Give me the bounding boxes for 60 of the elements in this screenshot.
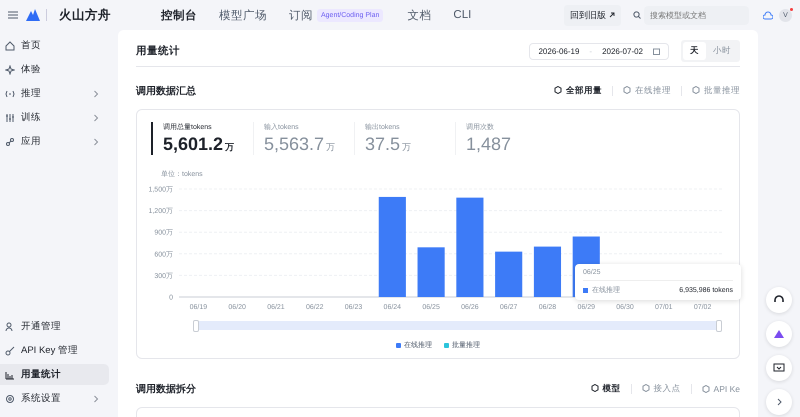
range-slider[interactable] (196, 321, 719, 330)
chat-button[interactable] (766, 355, 792, 381)
nav-tab[interactable]: 控制台 (161, 8, 197, 22)
sidebar-item[interactable]: 开通管理 (0, 316, 109, 337)
mountain-button[interactable] (766, 321, 792, 347)
cloud-icon[interactable] (763, 10, 773, 20)
person-icon (5, 322, 15, 332)
stat-value: 5,563.7 (264, 134, 324, 154)
sidebar-item[interactable]: 应用 (0, 131, 109, 152)
arrow-icon (609, 12, 615, 18)
filter-tab[interactable]: 模型 (590, 383, 621, 395)
section-title: 调用数据汇总 (136, 84, 197, 98)
series-swatch (583, 288, 588, 292)
nav-tab[interactable]: CLI (453, 9, 472, 21)
key-icon (5, 346, 15, 356)
stat-value: 1,487 (466, 134, 512, 154)
sidebar-item[interactable]: 首页 (0, 35, 109, 56)
nav-tab[interactable]: 文档 (407, 8, 432, 22)
search-icon (633, 11, 641, 19)
cube-icon (642, 384, 650, 392)
home-icon (5, 40, 15, 50)
page-title: 用量统计 (136, 44, 181, 58)
date-range-field[interactable]: 2026-06-19 - 2026-07-02 (529, 42, 669, 60)
sidebar-item[interactable]: 训练 (0, 107, 109, 128)
cube-icon (692, 86, 700, 94)
sidebar-item[interactable]: 用量统计 (0, 364, 109, 385)
cube-icon (702, 385, 710, 393)
bars-icon (5, 112, 15, 122)
brackets-icon (5, 88, 15, 98)
sidebar-item[interactable]: 系统设置 (0, 388, 109, 409)
nav-tab[interactable]: 订阅 (289, 8, 313, 22)
menu-icon[interactable] (8, 11, 18, 19)
cube-icon (623, 86, 631, 94)
nodes-icon (5, 136, 15, 146)
calendar-icon (653, 48, 660, 54)
brand-name: 火山方舟 (59, 6, 111, 24)
stat-unit: 万 (225, 142, 234, 152)
chart-icon (5, 370, 15, 380)
nav-tab[interactable]: 模型广场 (219, 8, 267, 22)
bar (495, 252, 522, 297)
cube-icon (590, 384, 599, 392)
sidebar-item[interactable]: 体验 (0, 59, 109, 80)
bar (534, 246, 562, 297)
sparkle-icon (5, 64, 15, 74)
filter-tab[interactable]: 全部用量 (554, 85, 602, 97)
granularity-tab[interactable]: 天 (683, 42, 706, 60)
headset-button[interactable] (766, 287, 792, 313)
sidebar-item[interactable]: API Key 管理 (0, 340, 109, 361)
section-title: 调用数据拆分 (136, 382, 197, 396)
stat-value: 5,601.2 (163, 134, 224, 154)
logo-icon (26, 9, 40, 21)
cube-icon (554, 86, 562, 94)
search-field[interactable]: 搜索模型或文档 (644, 6, 749, 24)
sidebar-item[interactable]: 推理 (0, 83, 109, 104)
old-version-button[interactable]: 回到旧版 (564, 4, 621, 26)
stat-unit: 万 (402, 142, 412, 152)
bar (418, 247, 445, 297)
stat-value: 37.5 (365, 134, 400, 154)
stat-unit: 万 (326, 142, 336, 152)
gear-icon (5, 394, 15, 404)
